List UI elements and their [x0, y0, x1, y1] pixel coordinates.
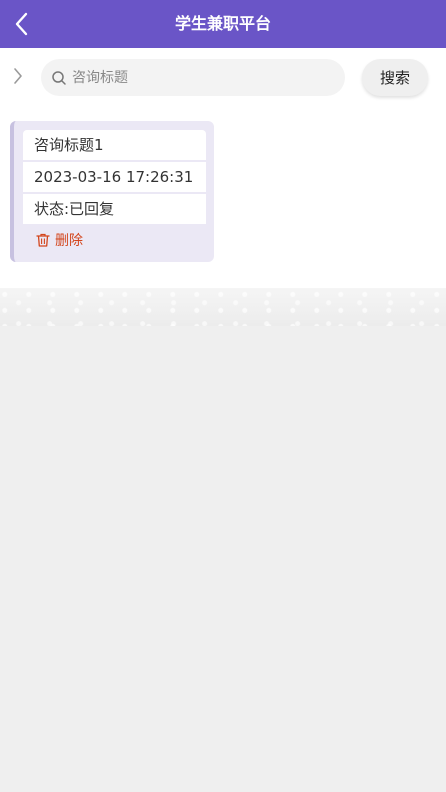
chevron-right-icon[interactable] — [12, 66, 24, 86]
consult-status: 状态:已回复 — [23, 194, 206, 224]
search-box — [41, 59, 345, 96]
texture-divider — [0, 288, 446, 326]
consult-title: 咨询标题1 — [23, 130, 206, 160]
search-input[interactable] — [72, 59, 332, 96]
consult-card[interactable]: 咨询标题1 2023-03-16 17:26:31 状态:已回复 删除 — [10, 121, 214, 262]
delete-button[interactable]: 删除 — [36, 231, 83, 251]
app-header: 学生兼职平台 — [0, 0, 446, 48]
page-title: 学生兼职平台 — [174, 14, 271, 33]
search-icon — [52, 71, 66, 85]
main-content: 搜索 咨询标题1 2023-03-16 17:26:31 状态:已回复 删除 — [0, 48, 446, 288]
delete-label: 删除 — [55, 233, 83, 249]
search-button[interactable]: 搜索 — [362, 59, 428, 96]
trash-icon — [36, 233, 50, 247]
consult-time: 2023-03-16 17:26:31 — [23, 162, 206, 192]
